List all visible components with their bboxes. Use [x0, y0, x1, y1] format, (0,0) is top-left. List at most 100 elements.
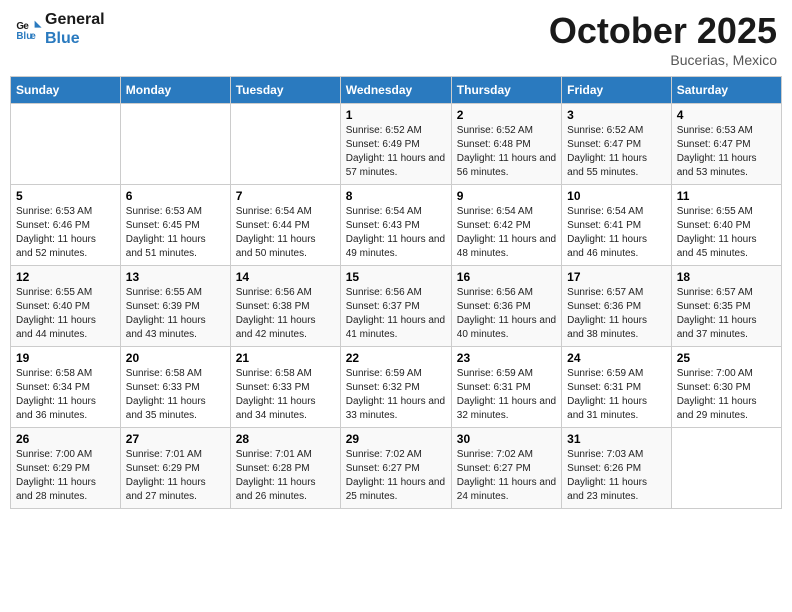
day-info: Sunrise: 7:00 AMSunset: 6:29 PMDaylight:… — [16, 448, 115, 504]
logo-icon: G e B l u e — [15, 15, 43, 43]
day-info: Sunrise: 6:58 AMSunset: 6:33 PMDaylight:… — [236, 367, 335, 423]
day-info: Sunrise: 6:54 AMSunset: 6:43 PMDaylight:… — [346, 205, 446, 261]
day-info: Sunrise: 6:54 AMSunset: 6:44 PMDaylight:… — [236, 205, 335, 261]
day-number: 14 — [236, 270, 335, 284]
day-info: Sunrise: 6:57 AMSunset: 6:36 PMDaylight:… — [567, 286, 666, 342]
calendar-cell — [120, 104, 230, 185]
location: Bucerias, Mexico — [549, 52, 777, 68]
calendar-cell: 29Sunrise: 7:02 AMSunset: 6:27 PMDayligh… — [340, 428, 451, 509]
day-number: 11 — [677, 189, 776, 203]
day-info: Sunrise: 6:56 AMSunset: 6:38 PMDaylight:… — [236, 286, 335, 342]
calendar-cell: 19 Sunrise: 6:58 AMSunset: 6:34 PMDayligh… — [11, 347, 121, 428]
day-number: 3 — [567, 108, 666, 122]
logo-line1: General — [45, 10, 105, 29]
weekday-header-row: SundayMondayTuesdayWednesdayThursdayFrid… — [11, 77, 782, 104]
day-number: 23 — [457, 351, 556, 365]
day-info: Sunrise: 6:53 AMSunset: 6:45 PMDaylight:… — [126, 205, 225, 261]
day-number: 1 — [346, 108, 446, 122]
calendar-cell: 5 Sunrise: 6:53 AMSunset: 6:46 PMDaylight… — [11, 185, 121, 266]
weekday-header: Wednesday — [340, 77, 451, 104]
calendar-cell: 8 Sunrise: 6:54 AMSunset: 6:43 PMDaylight… — [340, 185, 451, 266]
day-number: 24 — [567, 351, 666, 365]
day-number: 21 — [236, 351, 335, 365]
calendar-cell: 24 Sunrise: 6:59 AMSunset: 6:31 PMDayligh… — [562, 347, 672, 428]
day-info: Sunrise: 7:03 AMSunset: 6:26 PMDaylight:… — [567, 448, 666, 504]
day-number: 28 — [236, 432, 335, 446]
day-info: Sunrise: 7:02 AMSunset: 6:27 PMDaylight:… — [457, 448, 556, 504]
weekday-header: Saturday — [671, 77, 781, 104]
day-info: Sunrise: 6:56 AMSunset: 6:37 PMDaylight:… — [346, 286, 446, 342]
calendar-cell: 3 Sunrise: 6:52 AMSunset: 6:47 PMDaylight… — [562, 104, 672, 185]
calendar-cell: 27Sunrise: 7:01 AMSunset: 6:29 PMDayligh… — [120, 428, 230, 509]
day-info: Sunrise: 6:54 AMSunset: 6:41 PMDaylight:… — [567, 205, 666, 261]
day-info: Sunrise: 6:54 AMSunset: 6:42 PMDaylight:… — [457, 205, 556, 261]
calendar-cell — [11, 104, 121, 185]
day-number: 22 — [346, 351, 446, 365]
weekday-header: Tuesday — [230, 77, 340, 104]
calendar-cell: 22 Sunrise: 6:59 AMSunset: 6:32 PMDayligh… — [340, 347, 451, 428]
day-info: Sunrise: 6:58 AMSunset: 6:34 PMDaylight:… — [16, 367, 115, 423]
calendar-cell: 28 Sunrise: 7:01 AMSunset: 6:28 PMDayligh… — [230, 428, 340, 509]
calendar-cell: 23 Sunrise: 6:59 AMSunset: 6:31 PMDayligh… — [451, 347, 561, 428]
day-number: 27 — [126, 432, 225, 446]
day-info: Sunrise: 6:59 AMSunset: 6:31 PMDaylight:… — [567, 367, 666, 423]
calendar-cell — [671, 428, 781, 509]
day-number: 8 — [346, 189, 446, 203]
calendar-cell: 26 Sunrise: 7:00 AMSunset: 6:29 PMDayligh… — [11, 428, 121, 509]
calendar-cell: 9Sunrise: 6:54 AMSunset: 6:42 PMDaylight… — [451, 185, 561, 266]
day-number: 17 — [567, 270, 666, 284]
day-info: Sunrise: 6:59 AMSunset: 6:32 PMDaylight:… — [346, 367, 446, 423]
calendar-cell: 1 Sunrise: 6:52 AMSunset: 6:49 PMDaylight… — [340, 104, 451, 185]
svg-text:B: B — [16, 31, 23, 42]
svg-text:e: e — [30, 31, 36, 42]
day-number: 30 — [457, 432, 556, 446]
day-info: Sunrise: 6:52 AMSunset: 6:48 PMDaylight:… — [457, 124, 556, 180]
calendar-week-row: 12 Sunrise: 6:55 AMSunset: 6:40 PMDayligh… — [11, 266, 782, 347]
day-info: Sunrise: 6:58 AMSunset: 6:33 PMDaylight:… — [126, 367, 225, 423]
calendar-cell: 11Sunrise: 6:55 AMSunset: 6:40 PMDayligh… — [671, 185, 781, 266]
day-number: 10 — [567, 189, 666, 203]
calendar-cell: 15Sunrise: 6:56 AMSunset: 6:37 PMDayligh… — [340, 266, 451, 347]
calendar-cell — [230, 104, 340, 185]
day-number: 12 — [16, 270, 115, 284]
day-number: 20 — [126, 351, 225, 365]
day-number: 31 — [567, 432, 666, 446]
calendar-cell: 10 Sunrise: 6:54 AMSunset: 6:41 PMDayligh… — [562, 185, 672, 266]
day-info: Sunrise: 6:53 AMSunset: 6:46 PMDaylight:… — [16, 205, 115, 261]
calendar-cell: 4Sunrise: 6:53 AMSunset: 6:47 PMDaylight… — [671, 104, 781, 185]
day-info: Sunrise: 6:56 AMSunset: 6:36 PMDaylight:… — [457, 286, 556, 342]
day-number: 26 — [16, 432, 115, 446]
day-number: 5 — [16, 189, 115, 203]
calendar-week-row: 1 Sunrise: 6:52 AMSunset: 6:49 PMDaylight… — [11, 104, 782, 185]
day-info: Sunrise: 6:55 AMSunset: 6:39 PMDaylight:… — [126, 286, 225, 342]
day-number: 19 — [16, 351, 115, 365]
page-header: G e B l u e General Blue October 2025 Bu… — [10, 10, 782, 68]
calendar-cell: 12 Sunrise: 6:55 AMSunset: 6:40 PMDayligh… — [11, 266, 121, 347]
day-number: 16 — [457, 270, 556, 284]
day-number: 29 — [346, 432, 446, 446]
day-number: 13 — [126, 270, 225, 284]
day-number: 18 — [677, 270, 776, 284]
month-title: October 2025 — [549, 10, 777, 52]
calendar-week-row: 26 Sunrise: 7:00 AMSunset: 6:29 PMDayligh… — [11, 428, 782, 509]
day-info: Sunrise: 6:52 AMSunset: 6:47 PMDaylight:… — [567, 124, 666, 180]
day-info: Sunrise: 6:57 AMSunset: 6:35 PMDaylight:… — [677, 286, 776, 342]
calendar-cell: 21 Sunrise: 6:58 AMSunset: 6:33 PMDayligh… — [230, 347, 340, 428]
calendar-table: SundayMondayTuesdayWednesdayThursdayFrid… — [10, 76, 782, 509]
calendar-cell: 7Sunrise: 6:54 AMSunset: 6:44 PMDaylight… — [230, 185, 340, 266]
day-info: Sunrise: 6:59 AMSunset: 6:31 PMDaylight:… — [457, 367, 556, 423]
weekday-header: Monday — [120, 77, 230, 104]
day-number: 6 — [126, 189, 225, 203]
calendar-cell: 17 Sunrise: 6:57 AMSunset: 6:36 PMDayligh… — [562, 266, 672, 347]
calendar-cell: 31 Sunrise: 7:03 AMSunset: 6:26 PMDayligh… — [562, 428, 672, 509]
logo-line2: Blue — [45, 29, 105, 48]
logo: G e B l u e General Blue — [15, 10, 105, 48]
calendar-cell: 2 Sunrise: 6:52 AMSunset: 6:48 PMDaylight… — [451, 104, 561, 185]
day-info: Sunrise: 6:53 AMSunset: 6:47 PMDaylight:… — [677, 124, 776, 180]
weekday-header: Thursday — [451, 77, 561, 104]
day-info: Sunrise: 7:01 AMSunset: 6:28 PMDaylight:… — [236, 448, 335, 504]
day-info: Sunrise: 6:52 AMSunset: 6:49 PMDaylight:… — [346, 124, 446, 180]
day-number: 2 — [457, 108, 556, 122]
calendar-cell: 18 Sunrise: 6:57 AMSunset: 6:35 PMDayligh… — [671, 266, 781, 347]
day-info: Sunrise: 6:55 AMSunset: 6:40 PMDaylight:… — [16, 286, 115, 342]
